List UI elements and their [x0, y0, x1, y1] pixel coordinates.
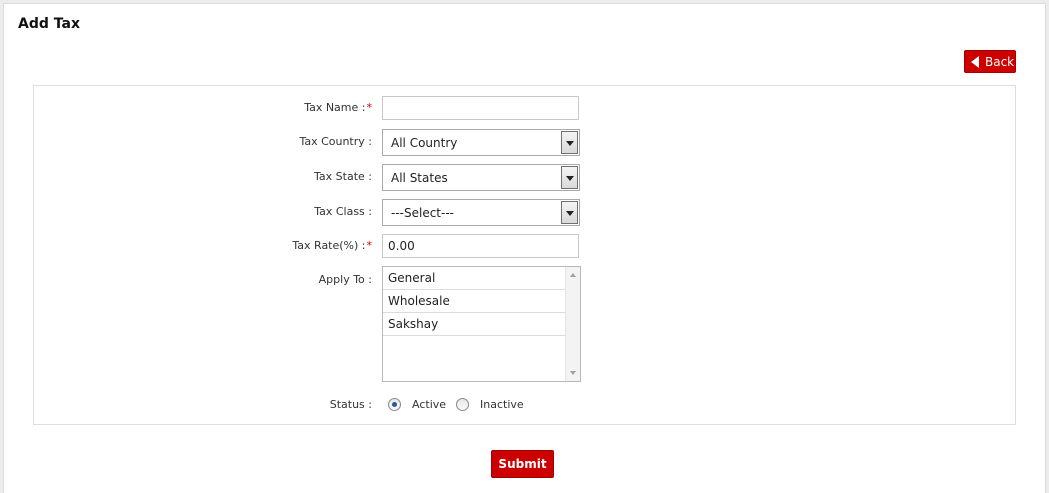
status-active-radio[interactable] — [388, 398, 401, 411]
tax-class-value: ---Select--- — [391, 206, 454, 220]
apply-to-label: Apply To : — [318, 273, 372, 286]
scrollbar[interactable] — [565, 267, 580, 381]
chevron-down-icon[interactable] — [561, 166, 578, 189]
tax-country-value: All Country — [391, 136, 458, 150]
list-item[interactable]: Wholesale — [383, 290, 565, 313]
tax-class-select[interactable]: ---Select--- — [382, 199, 580, 226]
list-item[interactable]: Sakshay — [383, 313, 565, 336]
tax-state-label: Tax State : — [314, 170, 372, 183]
tax-name-input[interactable] — [382, 96, 579, 120]
status-inactive-radio[interactable] — [456, 398, 469, 411]
tax-name-label: Tax Name :* — [304, 101, 372, 114]
back-button-label: Back — [985, 54, 1015, 69]
tax-rate-label: Tax Rate(%) :* — [292, 239, 372, 252]
status-label: Status : — [329, 398, 372, 411]
scroll-up-icon[interactable] — [570, 273, 576, 277]
chevron-down-icon[interactable] — [561, 201, 578, 224]
tax-form: Tax Name :* Tax Country : All Country Ta… — [33, 85, 1016, 425]
tax-country-label: Tax Country : — [299, 135, 372, 148]
tax-state-value: All States — [391, 171, 448, 185]
status-inactive-label[interactable]: Inactive — [480, 398, 524, 411]
list-item[interactable]: General — [383, 267, 565, 290]
tax-country-select[interactable]: All Country — [382, 129, 580, 156]
page-title: Add Tax — [18, 16, 80, 32]
submit-button[interactable]: Submit — [491, 450, 554, 478]
required-marker: * — [366, 101, 373, 114]
tax-rate-input[interactable]: 0.00 — [382, 234, 579, 258]
tax-state-select[interactable]: All States — [382, 164, 580, 191]
tax-class-label: Tax Class : — [314, 205, 372, 218]
chevron-down-icon[interactable] — [561, 131, 578, 154]
back-arrow-icon — [971, 55, 979, 68]
scroll-down-icon[interactable] — [570, 371, 576, 375]
back-button[interactable]: Back — [964, 50, 1016, 73]
page-container: Add Tax Back Tax Name :* Tax Country : A… — [3, 3, 1046, 493]
apply-to-listbox[interactable]: General Wholesale Sakshay — [382, 266, 581, 382]
required-marker: * — [366, 239, 373, 252]
status-active-label[interactable]: Active — [412, 398, 446, 411]
